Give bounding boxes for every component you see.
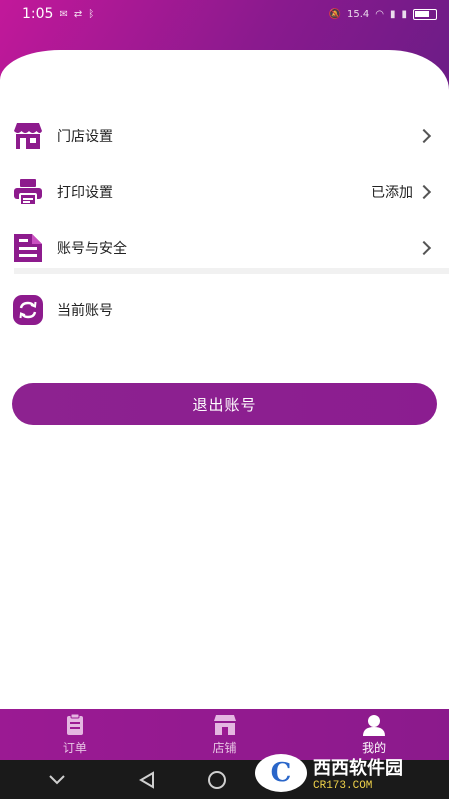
tab-label: 店铺 [212,740,237,755]
user-icon [363,714,386,736]
tab-label: 订单 [62,740,87,755]
status-time: 1:05 [22,6,54,22]
battery-icon [413,8,437,20]
menu-item-print-settings[interactable]: 打印设置 已添加 [0,164,449,220]
message-icon: ✉ [59,8,68,20]
sync-icon: ⇄ [73,8,83,20]
status-left: 1:05 ✉ ⇄ ᛒ [22,6,94,22]
menu-item-label: 当前账号 [57,303,113,319]
printer-icon [12,176,44,208]
nav-back-button[interactable] [112,760,182,799]
watermark: C 西西软件园 CR173.COM [249,746,449,799]
signal-icon: ▮ [389,8,396,20]
nav-home-button[interactable] [182,760,252,799]
chevron-down-icon [49,774,65,784]
watermark-sub: CR173.COM [313,779,373,792]
chevron-right-icon [416,184,432,200]
menu-item-current-account[interactable]: 当前账号 [0,282,449,338]
switch-account-icon [12,294,44,326]
store-icon [12,120,44,152]
order-icon [66,713,83,735]
signal-icon: ▮ [401,8,407,20]
chevron-right-icon [416,240,432,256]
shop-icon [213,714,236,735]
watermark-logo-icon: C [255,753,307,792]
mute-icon: 🔕 [328,8,341,20]
menu-item-label: 门店设置 [57,129,113,145]
wifi-icon: ◠ [375,8,384,20]
section-divider [14,268,449,274]
status-bar: 1:05 ✉ ⇄ ᛒ 🔕 15.4 ◠ ▮ ▮ [0,0,449,28]
bluetooth-icon: ᛒ [88,8,95,20]
tab-orders[interactable]: 订单 [0,709,150,760]
back-icon [139,770,154,789]
home-icon [208,770,226,789]
chevron-right-icon [416,128,432,144]
menu-item-label: 打印设置 [57,185,113,201]
menu-item-label: 账号与安全 [57,241,127,257]
nav-collapse-button[interactable] [22,760,92,799]
watermark-text: 西西软件园 CR173.COM [313,754,403,792]
watermark-title: 西西软件园 [313,757,403,779]
status-right: 🔕 15.4 ◠ ▮ ▮ [328,8,437,20]
printer-status: 已添加 [371,185,413,201]
network-speed: 15.4 [346,8,370,20]
document-icon [12,232,44,264]
menu-item-store-settings[interactable]: 门店设置 [0,108,449,164]
logout-button[interactable]: 退出账号 [12,383,437,425]
